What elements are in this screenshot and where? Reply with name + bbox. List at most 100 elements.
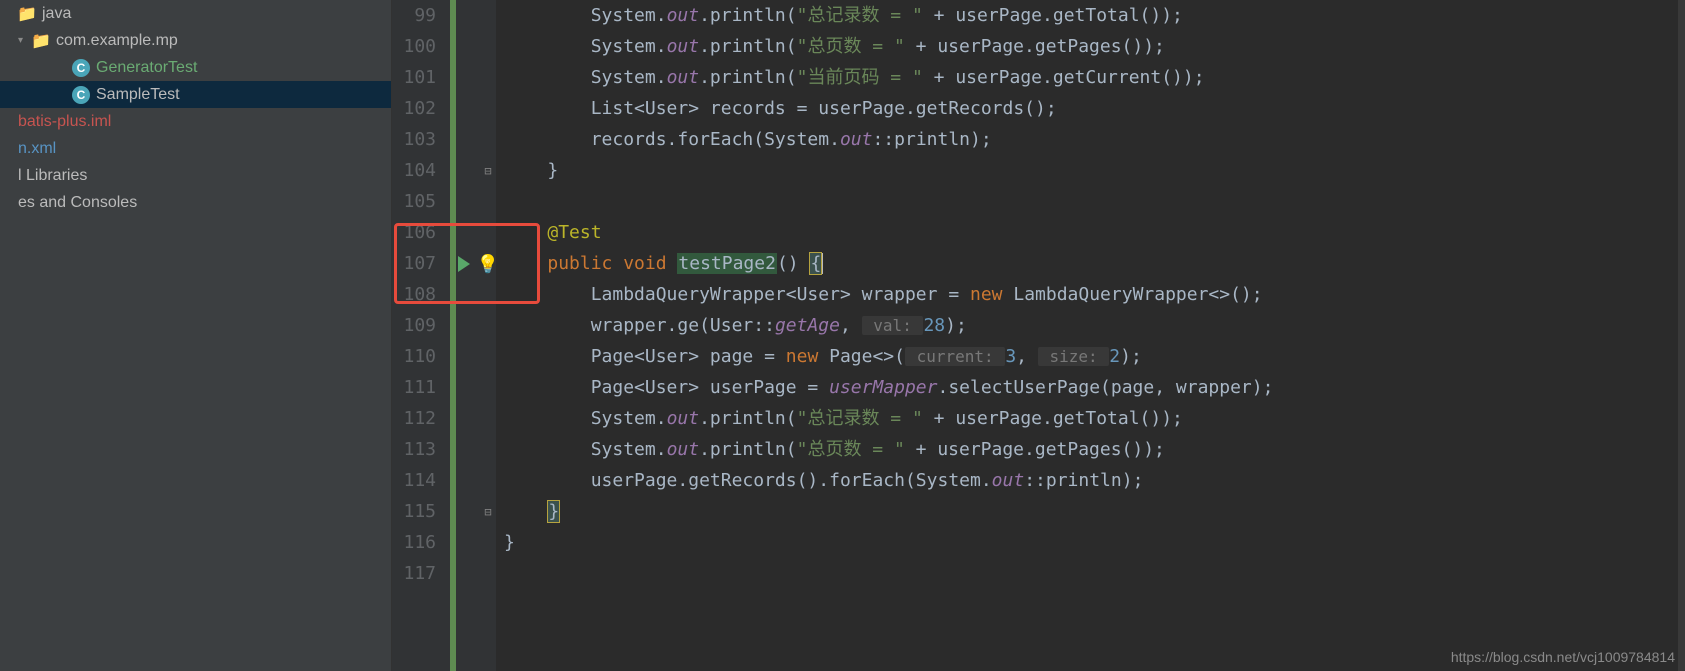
run-test-icon[interactable]: [458, 256, 470, 272]
code-line[interactable]: wrapper.ge(User::getAge, val: 28);: [504, 310, 1685, 341]
line-number[interactable]: 110: [392, 341, 450, 372]
code-token: out: [840, 129, 873, 150]
code-token: System.: [504, 408, 667, 429]
line-number[interactable]: 101: [392, 62, 450, 93]
code-editor[interactable]: 9910010110210310410510610710810911011111…: [392, 0, 1685, 671]
line-number[interactable]: 109: [392, 310, 450, 341]
code-token: );: [1120, 346, 1142, 367]
watermark: https://blog.csdn.net/vcj1009784814: [1451, 649, 1675, 665]
code-line[interactable]: public void testPage2() {: [504, 248, 1685, 279]
vcs-change-marker: [450, 0, 456, 671]
class-icon: C: [72, 59, 90, 77]
code-token: [504, 501, 547, 522]
line-number[interactable]: 114: [392, 465, 450, 496]
code-token: "当前页码 = ": [797, 67, 923, 88]
code-line[interactable]: System.out.println("当前页码 = " + userPage.…: [504, 62, 1685, 93]
line-number[interactable]: 112: [392, 403, 450, 434]
code-token: ::: [1024, 470, 1046, 491]
tree-item-es-and-consoles[interactable]: es and Consoles: [0, 189, 391, 216]
line-number[interactable]: 100: [392, 31, 450, 62]
intention-bulb-icon[interactable]: 💡: [480, 256, 496, 272]
code-token: "总页数 = ": [797, 36, 905, 57]
code-token: );: [970, 129, 992, 150]
line-number[interactable]: 113: [392, 434, 450, 465]
code-token: .println(: [699, 5, 797, 26]
tree-item-label: com.example.mp: [56, 32, 178, 50]
tree-item-java[interactable]: 📁java: [0, 0, 391, 27]
code-token: );: [945, 315, 967, 336]
folder-icon: 📁: [18, 5, 36, 23]
tree-item-label: es and Consoles: [18, 194, 137, 212]
code-token: testPage2: [677, 253, 777, 274]
line-number[interactable]: 117: [392, 558, 450, 589]
code-token: .println(: [699, 36, 797, 57]
code-token: 3: [1005, 346, 1016, 367]
code-token: + userPage.getPages());: [905, 439, 1165, 460]
line-number[interactable]: 105: [392, 186, 450, 217]
line-number[interactable]: 111: [392, 372, 450, 403]
line-number[interactable]: 115: [392, 496, 450, 527]
code-line[interactable]: [504, 186, 1685, 217]
code-token: [504, 253, 547, 274]
code-token: ::: [753, 315, 775, 336]
line-number[interactable]: 108: [392, 279, 450, 310]
line-number[interactable]: 107: [392, 248, 450, 279]
line-number[interactable]: 116: [392, 527, 450, 558]
code-line[interactable]: LambdaQueryWrapper<User> wrapper = new L…: [504, 279, 1685, 310]
scrollbar[interactable]: [1678, 0, 1685, 671]
run-gutter[interactable]: [450, 0, 480, 671]
fold-toggle-icon[interactable]: ⊟: [480, 496, 496, 527]
tree-item-generatortest[interactable]: CGeneratorTest: [0, 54, 391, 81]
code-token: }: [547, 500, 560, 523]
code-line[interactable]: records.forEach(System.out::println);: [504, 124, 1685, 155]
tree-item-label: l Libraries: [18, 167, 87, 185]
code-token: out: [667, 67, 700, 88]
line-number[interactable]: 99: [392, 0, 450, 31]
code-token: Page<>(: [829, 346, 905, 367]
code-line[interactable]: System.out.println("总记录数 = " + userPage.…: [504, 0, 1685, 31]
tree-item-com-example-mp[interactable]: ▾📁com.example.mp: [0, 27, 391, 54]
expand-arrow-icon[interactable]: ▾: [18, 35, 32, 46]
code-token: + userPage.getTotal());: [923, 5, 1183, 26]
code-line[interactable]: System.out.println("总页数 = " + userPage.g…: [504, 434, 1685, 465]
code-token: "总记录数 = ": [797, 5, 923, 26]
code-line[interactable]: System.out.println("总页数 = " + userPage.g…: [504, 31, 1685, 62]
code-token: System.: [504, 439, 667, 460]
code-token: ::: [872, 129, 894, 150]
tree-item-batis-plus-iml[interactable]: batis-plus.iml: [0, 108, 391, 135]
code-line[interactable]: }: [504, 155, 1685, 186]
code-line[interactable]: System.out.println("总记录数 = " + userPage.…: [504, 403, 1685, 434]
tree-item-sampletest[interactable]: CSampleTest: [0, 81, 391, 108]
code-token: List<User> records = userPage.getRecords…: [504, 98, 1057, 119]
code-line[interactable]: }: [504, 527, 1685, 558]
code-token: .println(: [699, 67, 797, 88]
code-token: public void: [547, 253, 677, 274]
line-number[interactable]: 103: [392, 124, 450, 155]
code-line[interactable]: }: [504, 496, 1685, 527]
code-token: .selectUserPage(page, wrapper);: [937, 377, 1273, 398]
tree-item-n-xml[interactable]: n.xml: [0, 135, 391, 162]
code-token: out: [667, 439, 700, 460]
project-tree[interactable]: 📁java▾📁com.example.mpCGeneratorTestCSamp…: [0, 0, 392, 671]
code-line[interactable]: @Test: [504, 217, 1685, 248]
code-token: + userPage.getCurrent());: [923, 67, 1205, 88]
tree-item-l-libraries[interactable]: l Libraries: [0, 162, 391, 189]
code-line[interactable]: [504, 558, 1685, 589]
line-number[interactable]: 106: [392, 217, 450, 248]
tree-item-label: n.xml: [18, 140, 56, 158]
code-token: }: [504, 532, 515, 553]
line-number[interactable]: 102: [392, 93, 450, 124]
code-token: userMapper: [829, 377, 937, 398]
code-line[interactable]: Page<User> userPage = userMapper.selectU…: [504, 372, 1685, 403]
code-line[interactable]: Page<User> page = new Page<>( current: 3…: [504, 341, 1685, 372]
fold-toggle-icon[interactable]: ⊟: [480, 155, 496, 186]
line-number[interactable]: 104: [392, 155, 450, 186]
fold-gutter[interactable]: ⊟⊟⊟💡: [480, 0, 496, 671]
code-line[interactable]: userPage.getRecords().forEach(System.out…: [504, 465, 1685, 496]
code-token: );: [1122, 470, 1144, 491]
code-area[interactable]: System.out.println("总记录数 = " + userPage.…: [496, 0, 1685, 671]
code-token: ,: [1016, 346, 1038, 367]
code-token: .println(: [699, 408, 797, 429]
code-token: current:: [905, 347, 1005, 366]
code-line[interactable]: List<User> records = userPage.getRecords…: [504, 93, 1685, 124]
